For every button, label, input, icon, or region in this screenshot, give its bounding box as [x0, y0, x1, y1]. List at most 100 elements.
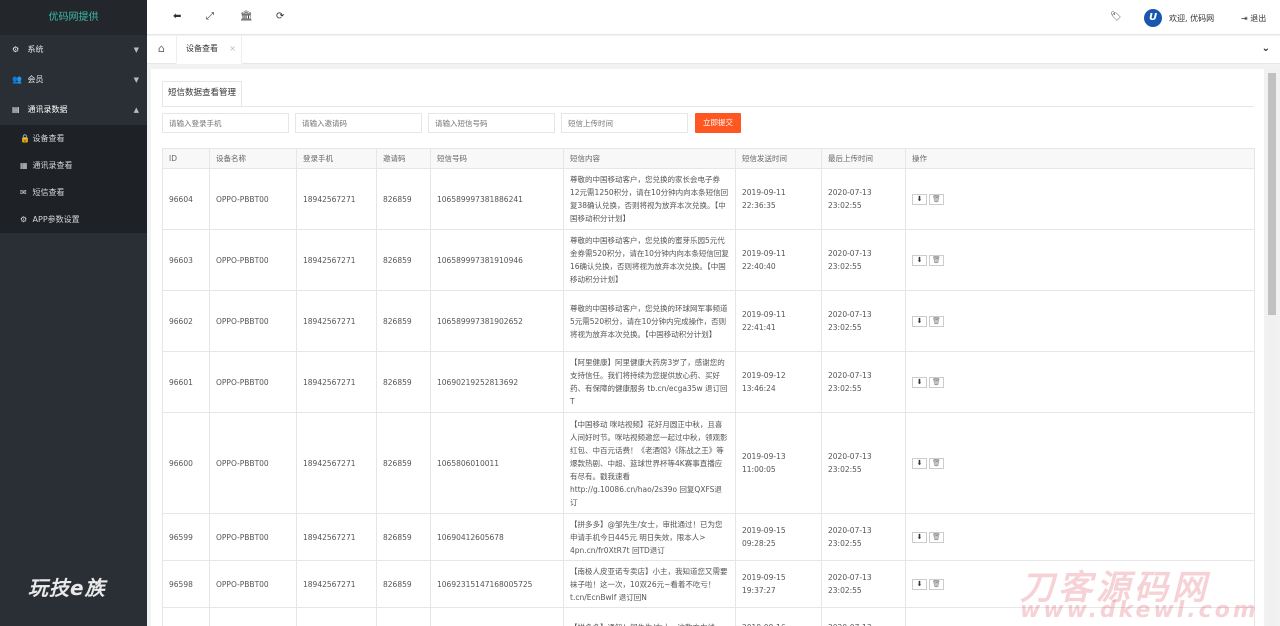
download-icon[interactable]: ⬇ — [912, 578, 927, 590]
submit-button[interactable]: 立即提交 — [695, 113, 741, 133]
date-text: 2019-09-15 — [742, 526, 786, 535]
envelope-icon: ✉ — [20, 188, 27, 197]
scrollbar[interactable] — [1266, 69, 1278, 626]
brand-logo[interactable]: 优码网提供 — [0, 0, 147, 35]
users-icon: 👥 — [12, 75, 22, 84]
trash-icon[interactable]: 🗑 — [929, 193, 944, 205]
time-text: 23:02:55 — [828, 384, 862, 393]
cell-content: 尊敬的中国移动客户，您兑换的蜜芽乐园5元代金券需520积分，请在10分钟内向本条… — [563, 229, 736, 291]
main-content: 短信数据查看管理 立即提交 ID 设备名称 登录手机 邀请码 短信号码 短信内容 — [151, 69, 1264, 626]
cell-sms-number: 106589997381910946 — [430, 229, 564, 291]
invite-code-input[interactable] — [295, 113, 422, 133]
logout-button[interactable]: ⇥ 退出 — [1241, 13, 1266, 24]
trash-icon[interactable]: 🗑 — [929, 376, 944, 388]
col-id: ID — [162, 148, 210, 169]
bank-icon[interactable]: 🏛 — [240, 11, 253, 22]
cell-phone: 18942567271 — [296, 412, 377, 514]
lock-icon: 🔒 — [20, 134, 30, 143]
trash-icon[interactable]: 🗑 — [929, 457, 944, 469]
refresh-icon[interactable]: ⟳ — [276, 11, 284, 22]
caret-up-icon: ▲ — [133, 106, 139, 114]
upload-time-input[interactable] — [561, 113, 688, 133]
date-text: 2019-09-12 — [742, 371, 786, 380]
cell-device: OPPO-PBBT00 — [209, 168, 297, 230]
download-icon[interactable]: ⬇ — [912, 254, 927, 266]
trash-icon[interactable]: 🗑 — [929, 578, 944, 590]
cell-content: 【南极人皮亚诺专卖店】小主，我知道您又需要袜子啦！这一次，10双26元~看着不吃… — [563, 560, 736, 608]
cell-send-time: 2019-09-12 13:46:24 — [735, 351, 822, 413]
sidebar-group-label: 系统 — [27, 45, 44, 54]
date-text: 2020-07-13 — [828, 310, 872, 319]
book-icon: ▦ — [20, 161, 28, 170]
time-text: 23:02:55 — [828, 323, 862, 332]
sidebar-group-system[interactable]: ⚙ 系统 ▼ — [0, 35, 147, 65]
cell-actions: ⬇ 🗑 — [905, 351, 1255, 413]
date-text: 2020-07-13 — [828, 249, 872, 258]
date-text: 2020-07-13 — [828, 621, 899, 626]
cell-send-time: 2019-09-11 22:36:35 — [735, 168, 822, 230]
time-text: 23:02:55 — [828, 201, 862, 210]
fullscreen-icon[interactable]: ⤢ — [206, 11, 214, 22]
download-icon[interactable]: ⬇ — [912, 376, 927, 388]
table-header-row: ID 设备名称 登录手机 邀请码 短信号码 短信内容 短信发送时间 最后上传时间… — [162, 148, 1255, 169]
cell-id: 96604 — [162, 168, 210, 230]
table-row: 96604 OPPO-PBBT00 18942567271 826859 1065899… — [162, 168, 1255, 230]
back-icon[interactable]: ⬅ — [173, 11, 181, 22]
cell-upload-time: 2020-07-13 23:02:55 — [821, 290, 906, 352]
cell-content: 尊敬的中国移动客户，您兑换的环球网军事频道5元需520积分，请在10分钟内完成操… — [563, 290, 736, 352]
phone-input[interactable] — [162, 113, 289, 133]
sidebar-group-contacts[interactable]: ▤ 通讯录数据 ▲ — [0, 95, 147, 125]
address-card-icon: ▤ — [12, 105, 20, 114]
home-icon[interactable]: ⌂ — [158, 42, 165, 55]
cell-content: 【拼多多】@邹先生/女士，审批通过！已为您申请手机今日445元 明日失效，限本人… — [563, 513, 736, 561]
trash-icon[interactable]: 🗑 — [929, 315, 944, 327]
sidebar-group-members[interactable]: 👥 会员 ▼ — [0, 65, 147, 95]
welcome-text[interactable]: 欢迎, 优码网 — [1169, 13, 1214, 24]
sidebar-item-label: 短信查看 — [32, 188, 65, 197]
sidebar-item-app-settings[interactable]: ⚙ APP参数设置 — [0, 206, 147, 233]
tab-device-view[interactable]: 设备查看 × — [176, 36, 242, 64]
cell-invite — [376, 607, 431, 626]
time-text: 09:28:25 — [742, 539, 776, 548]
cell-phone: 18942567271 — [296, 290, 377, 352]
section-tab-sms[interactable]: 短信数据查看管理 — [162, 81, 243, 107]
table-row: 96602 OPPO-PBBT00 18942567271 826859 1065899… — [162, 290, 1255, 352]
sidebar-submenu: 🔒 设备查看 ▦ 通讯录查看 ✉ 短信查看 ⚙ APP参数设置 — [0, 125, 147, 233]
trash-icon[interactable]: 🗑 — [929, 531, 944, 543]
trash-icon[interactable]: 🗑 — [929, 254, 944, 266]
time-text: 22:41:41 — [742, 323, 776, 332]
sms-table: ID 设备名称 登录手机 邀请码 短信号码 短信内容 短信发送时间 最后上传时间… — [162, 148, 1255, 626]
sidebar-group-label: 会员 — [27, 75, 44, 84]
download-icon[interactable]: ⬇ — [912, 457, 927, 469]
date-text: 2019-09-11 — [742, 249, 786, 258]
close-icon[interactable]: × — [229, 36, 236, 62]
sidebar-item-contacts-view[interactable]: ▦ 通讯录查看 — [0, 152, 147, 179]
download-icon[interactable]: ⬇ — [912, 193, 927, 205]
time-text: 23:02:55 — [828, 465, 862, 474]
sidebar-item-device-view[interactable]: 🔒 设备查看 — [0, 125, 147, 152]
cell-sms-number: 10690412605678 — [430, 513, 564, 561]
cell-actions: ⬇ 🗑 — [905, 513, 1255, 561]
cell-sms-number — [430, 607, 564, 626]
sms-number-input[interactable] — [428, 113, 555, 133]
scrollbar-thumb[interactable] — [1268, 73, 1276, 315]
download-icon[interactable]: ⬇ — [912, 315, 927, 327]
cell-content: 【拼多多】通知！邹先生/女士，这款充电线 — [563, 607, 736, 626]
cell-invite: 826859 — [376, 168, 431, 230]
table-row: 96600 OPPO-PBBT00 18942567271 826859 1065806… — [162, 412, 1255, 514]
table-row: 96603 OPPO-PBBT00 18942567271 826859 1065899… — [162, 229, 1255, 291]
caret-down-icon: ▼ — [133, 76, 139, 84]
tab-label: 设备查看 — [186, 44, 218, 53]
sidebar-item-sms-view[interactable]: ✉ 短信查看 — [0, 179, 147, 206]
time-text: 19:37:27 — [742, 586, 776, 595]
chevron-down-icon[interactable]: ⌄ — [1262, 43, 1270, 54]
col-device: 设备名称 — [209, 148, 297, 169]
table-row: 96599 OPPO-PBBT00 18942567271 826859 1069041… — [162, 513, 1255, 561]
tag-icon[interactable]: 🏷 — [1110, 12, 1121, 22]
cell-device: OPPO-PBBT00 — [209, 290, 297, 352]
cell-sms-number: 106589997381902652 — [430, 290, 564, 352]
sidebar-item-label: APP参数设置 — [32, 215, 80, 224]
cell-device: OPPO-PBBT00 — [209, 412, 297, 514]
avatar[interactable]: U — [1144, 9, 1162, 27]
download-icon[interactable]: ⬇ — [912, 531, 927, 543]
